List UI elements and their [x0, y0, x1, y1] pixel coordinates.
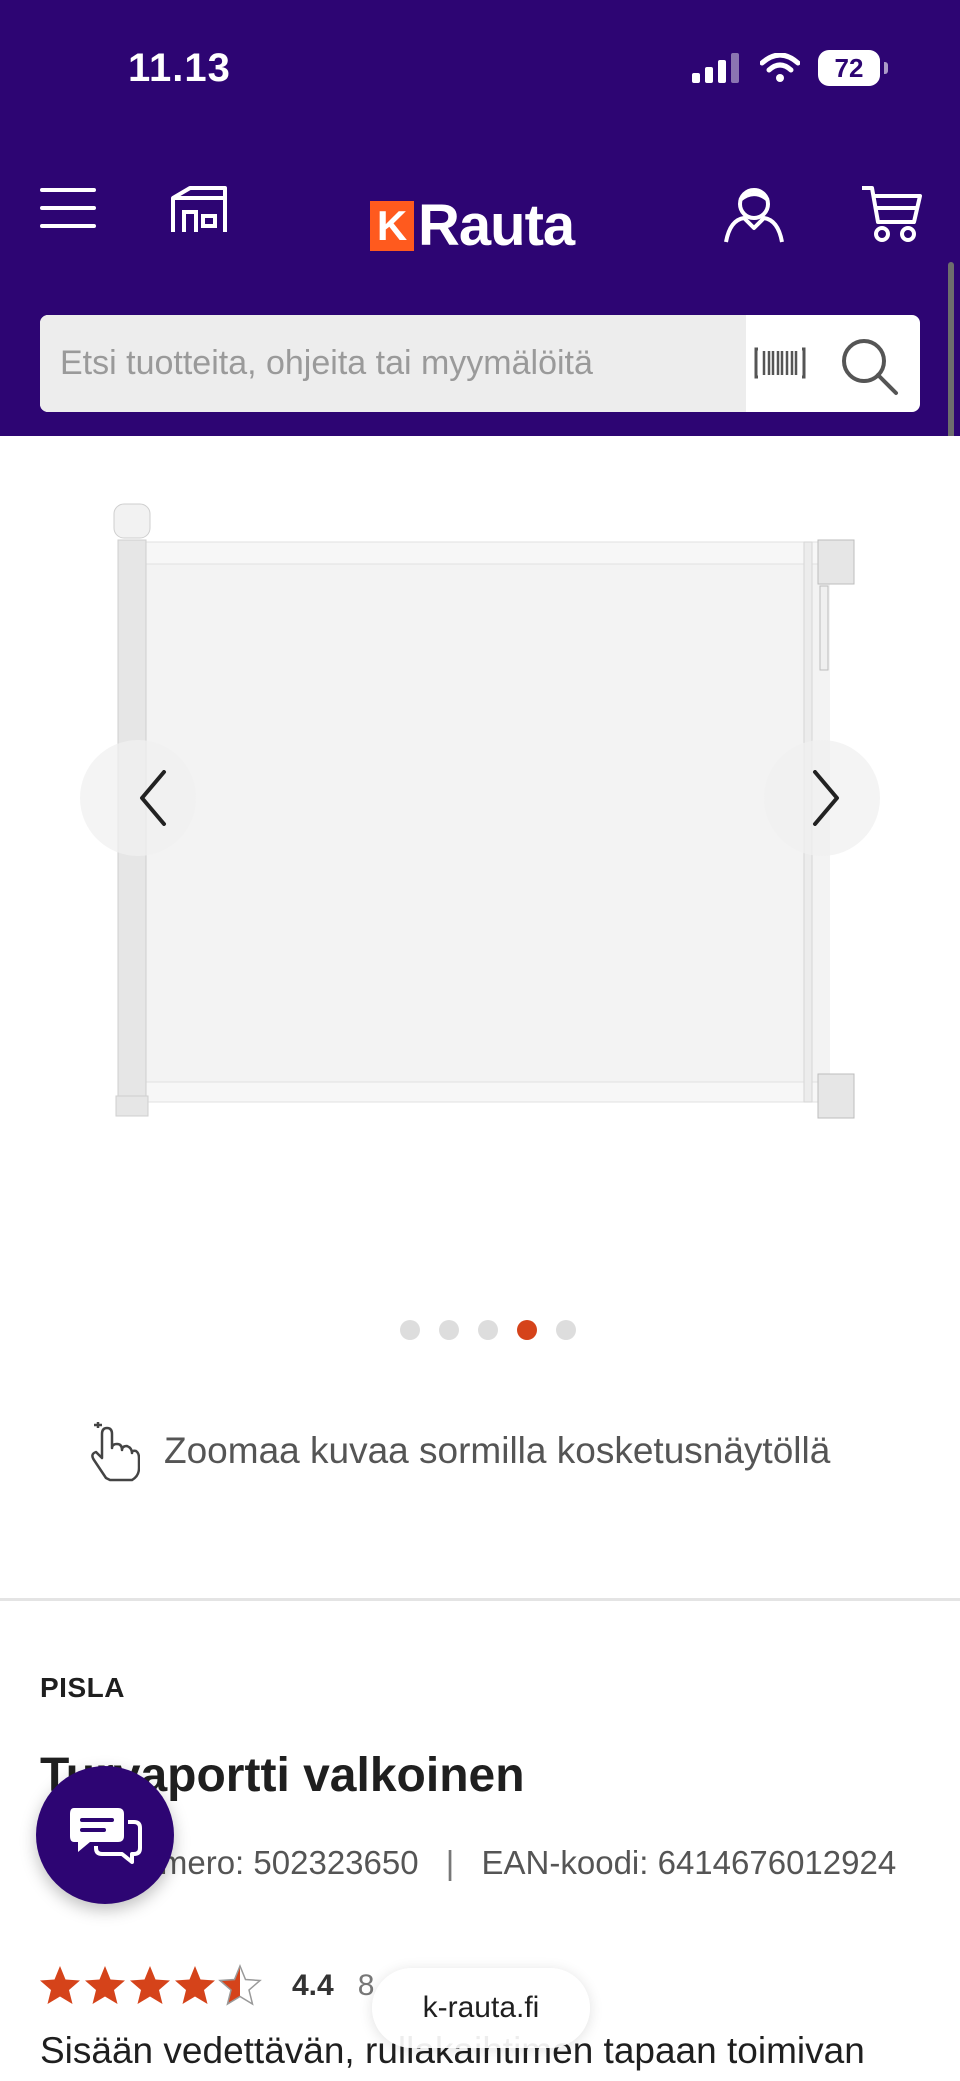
product-number: 502323650	[253, 1844, 419, 1881]
search-icon[interactable]	[840, 337, 900, 397]
product-brand[interactable]: PISLA	[40, 1672, 125, 1704]
star-icon	[85, 1966, 125, 2004]
search-bar	[40, 315, 920, 412]
browser-url: k-rauta.fi	[422, 1991, 540, 2024]
gallery-dot[interactable]	[400, 1320, 420, 1340]
browser-url-bar[interactable]: k-rauta.fi	[372, 1968, 590, 2048]
chevron-left-icon	[140, 770, 166, 826]
chevron-right-icon	[813, 770, 839, 826]
krauta-logo[interactable]: K Rauta	[370, 192, 575, 259]
next-image-button[interactable]	[785, 740, 867, 856]
zoom-hint: Zoomaa kuvaa sormilla kosketusnäytöllä	[84, 1420, 830, 1482]
chat-button[interactable]	[36, 1766, 174, 1904]
pinch-zoom-icon	[91, 1422, 140, 1482]
rating-value: 4.4	[292, 1969, 334, 2002]
ean-label: EAN-koodi:	[481, 1844, 649, 1881]
star-half-icon	[219, 1965, 261, 2005]
ean-code: 6414676012924	[657, 1844, 897, 1881]
battery-indicator: 72	[818, 50, 888, 86]
star-icon	[40, 1966, 80, 2004]
search-input[interactable]	[40, 315, 746, 412]
barcode-scan-icon[interactable]	[754, 343, 806, 383]
gallery-dot[interactable]	[439, 1320, 459, 1340]
gallery-dot[interactable]	[478, 1320, 498, 1340]
gallery-pagination	[400, 1320, 576, 1340]
menu-icon[interactable]	[40, 184, 96, 232]
section-divider	[0, 1598, 960, 1601]
logo-wordmark: Rauta	[418, 193, 575, 258]
gallery-dot-active[interactable]	[517, 1320, 537, 1340]
rating-stars	[40, 1965, 261, 2005]
codes-separator: |	[445, 1844, 455, 1881]
zoom-hint-text: Zoomaa kuvaa sormilla kosketusnäytöllä	[164, 1430, 831, 1471]
status-time: 11.13	[128, 46, 231, 90]
logo-k-mark: K	[370, 200, 414, 251]
store-icon[interactable]	[170, 184, 228, 234]
rating-count: 8	[357, 1969, 375, 2002]
status-icons: 72	[692, 50, 888, 86]
app-header: 11.13 72 K Rauta Etsi tuotteita, ohjeita…	[0, 0, 960, 436]
star-icon	[130, 1966, 170, 2004]
cart-icon[interactable]	[860, 184, 922, 244]
wifi-icon	[760, 53, 800, 82]
chat-bubbles-icon	[70, 1808, 142, 1864]
star-icon	[175, 1966, 215, 2004]
gallery-dot[interactable]	[556, 1320, 576, 1340]
product-image	[113, 503, 855, 1119]
user-icon[interactable]	[722, 184, 786, 244]
signal-icon	[692, 53, 739, 83]
battery-level: 72	[834, 52, 864, 83]
prev-image-button[interactable]	[112, 740, 194, 856]
product-rating[interactable]: 4.4 8	[38, 1964, 374, 2008]
